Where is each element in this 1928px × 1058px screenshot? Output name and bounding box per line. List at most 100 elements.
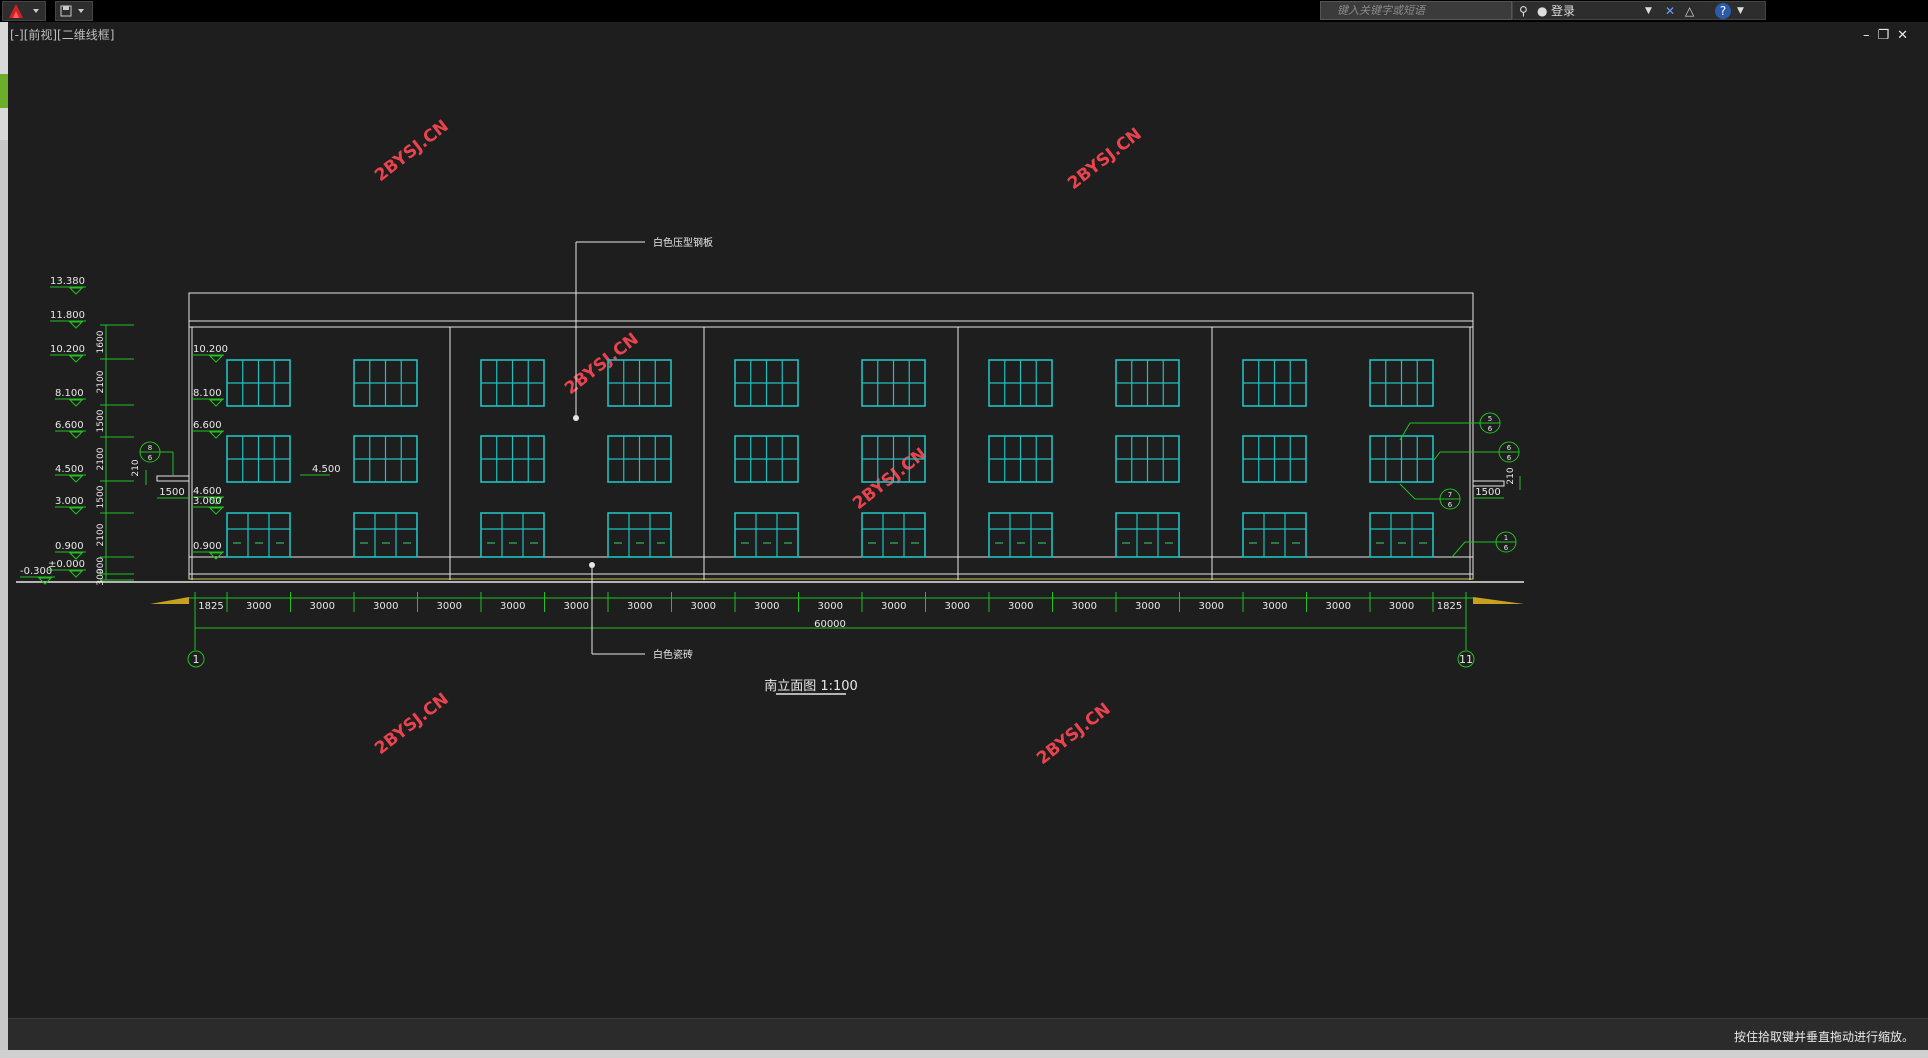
inner-elevation-marker <box>208 507 224 515</box>
elevation-marker <box>68 355 84 363</box>
elevation-label: ±0.000 <box>48 559 85 570</box>
login-button[interactable]: 登录 <box>1551 2 1575 21</box>
vertical-dimension-text: 300 <box>96 568 106 585</box>
elevation-marker <box>68 321 84 329</box>
bay-dimension-text: 3000 <box>627 601 652 612</box>
bay-dimension-text: 3000 <box>310 601 335 612</box>
detail-tag-bottom: 6 <box>1448 501 1453 509</box>
bay-dimension-text: 3000 <box>945 601 970 612</box>
detail-tag-bottom: 6 <box>1504 544 1509 552</box>
drawing-title: 南立面图 1:100 <box>764 678 858 694</box>
door-window <box>1242 512 1307 558</box>
bay-dimension-text: 3000 <box>564 601 589 612</box>
binoculars-icon[interactable]: ⚲ <box>1519 2 1528 21</box>
watermark-text: 2BYSJ.CN <box>1064 124 1146 194</box>
side-210-left: 210 <box>131 459 141 476</box>
detail-tag-top: 6 <box>1507 444 1512 452</box>
help-dropdown-icon[interactable]: ▼ <box>1737 2 1744 21</box>
drawing-canvas[interactable]: 2BYSJ.CN 2BYSJ.CN 2BYSJ.CN 2BYSJ.CN 2BYSJ.CN… <box>8 22 1928 1018</box>
annotation-top-text: 白色压型钢板 <box>653 236 713 249</box>
bay-dimension-text: 3000 <box>754 601 779 612</box>
vertical-dimension-text: 1600 <box>96 330 106 353</box>
help-icon[interactable]: ? <box>1715 3 1731 19</box>
vertical-dimension-text: 2100 <box>96 370 106 393</box>
inner-elevation-label: 0.900 <box>193 541 222 552</box>
bay-dimension-text: 3000 <box>1326 601 1351 612</box>
bay-dimension-text: 3000 <box>1135 601 1160 612</box>
elevation-drawing[interactable]: 2BYSJ.CN 2BYSJ.CN 2BYSJ.CN 2BYSJ.CN 2BYSJ.CN… <box>8 22 1928 1018</box>
bay-dimension-text: 3000 <box>1199 601 1224 612</box>
left-canopy <box>156 475 190 482</box>
annotation-dot-bottom <box>589 562 595 568</box>
elevation-marker <box>68 475 84 483</box>
inner-elevation-label: 10.200 <box>193 344 228 355</box>
door-window <box>353 512 418 558</box>
detail-tag-bottom: 6 <box>1488 425 1493 433</box>
grid-label-start: 1 <box>193 653 200 666</box>
bay-dimension-text: 1825 <box>1437 601 1462 612</box>
save-icon <box>60 5 84 17</box>
watermark-text: 2BYSJ.CN <box>1033 699 1115 769</box>
annotation-dot-top <box>573 415 579 421</box>
viewport-controls-label[interactable]: [-][前视][二维线框] <box>10 26 114 43</box>
bottom-edge <box>0 1050 1928 1058</box>
overall-dimension-text: 60000 <box>814 619 846 630</box>
close-icon[interactable]: ✕ <box>1897 28 1916 43</box>
inner-elevation-marker <box>208 431 224 439</box>
bay-dimension-text: 3000 <box>818 601 843 612</box>
left-panel-tab[interactable] <box>0 74 8 108</box>
user-icon[interactable]: ● <box>1537 2 1547 21</box>
a360-icon[interactable]: △ <box>1685 2 1694 21</box>
left-panel-lower <box>0 140 8 1058</box>
door-window <box>480 512 545 558</box>
elevation-marker <box>68 287 84 295</box>
exchange-icon[interactable]: ✕ <box>1665 2 1675 21</box>
right-ramp <box>1473 597 1524 604</box>
elevation-label: 6.600 <box>55 420 84 431</box>
elevation-label: 11.800 <box>50 310 85 321</box>
drawing-window-controls[interactable]: –❐✕ <box>1863 28 1916 43</box>
search-input[interactable]: 键入关键字或短语 <box>1320 1 1512 20</box>
side-dimension-right: 1500 <box>1475 487 1500 498</box>
detail-tag-bottom: 6 <box>148 454 153 462</box>
side-elevation-label: 4.500 <box>312 464 341 475</box>
bay-dimension-text: 3000 <box>1389 601 1414 612</box>
command-prompt-text: 按住拾取键并垂直拖动进行缩放。 <box>1733 1030 1914 1044</box>
detail-tag-bottom: 6 <box>1507 454 1512 462</box>
application-menu-button[interactable] <box>2 1 46 21</box>
detail-tag-top: 7 <box>1448 491 1452 499</box>
detail-leader <box>1433 451 1441 461</box>
detail-leader <box>1399 422 1411 441</box>
restore-icon[interactable]: ❐ <box>1877 28 1897 43</box>
watermark-text: 2BYSJ.CN <box>561 329 643 399</box>
vertical-dimension-text: 1500 <box>96 485 106 508</box>
detail-tag-top: 5 <box>1488 415 1492 423</box>
autocad-logo-icon <box>9 4 39 18</box>
bay-dimension-text: 3000 <box>691 601 716 612</box>
detail-leader <box>1451 541 1466 558</box>
inner-elevation-marker <box>208 552 224 560</box>
elevation-label: 13.380 <box>50 276 85 287</box>
side-210-right: 210 <box>1506 467 1516 484</box>
side-dimension-left: 1500 <box>159 487 184 498</box>
inner-elevation-label: 3.000 <box>193 496 222 507</box>
watermark-text: 2BYSJ.CN <box>371 116 453 186</box>
bay-dimension-text: 1825 <box>198 601 223 612</box>
elevation-label: 8.100 <box>55 388 84 399</box>
elevation-marker <box>37 577 53 585</box>
status-bar: 按住拾取键并垂直拖动进行缩放。 <box>8 1018 1928 1051</box>
watermark-text: 2BYSJ.CN <box>371 689 453 759</box>
annotation-bottom-text: 白色瓷砖 <box>653 648 693 661</box>
elevation-label: 10.200 <box>50 344 85 355</box>
detail-tag-top: 8 <box>148 444 152 452</box>
door-window <box>1115 512 1180 558</box>
elevation-label: 3.000 <box>55 496 84 507</box>
minimize-icon[interactable]: – <box>1863 28 1878 43</box>
bay-dimension-text: 3000 <box>246 601 271 612</box>
quick-access-toolbar[interactable] <box>55 1 93 21</box>
login-dropdown-icon[interactable]: ▼ <box>1645 2 1652 21</box>
grid-label-end: 11 <box>1459 653 1473 666</box>
door-window <box>226 512 291 558</box>
elevation-marker <box>68 507 84 515</box>
inner-elevation-marker <box>208 355 224 363</box>
